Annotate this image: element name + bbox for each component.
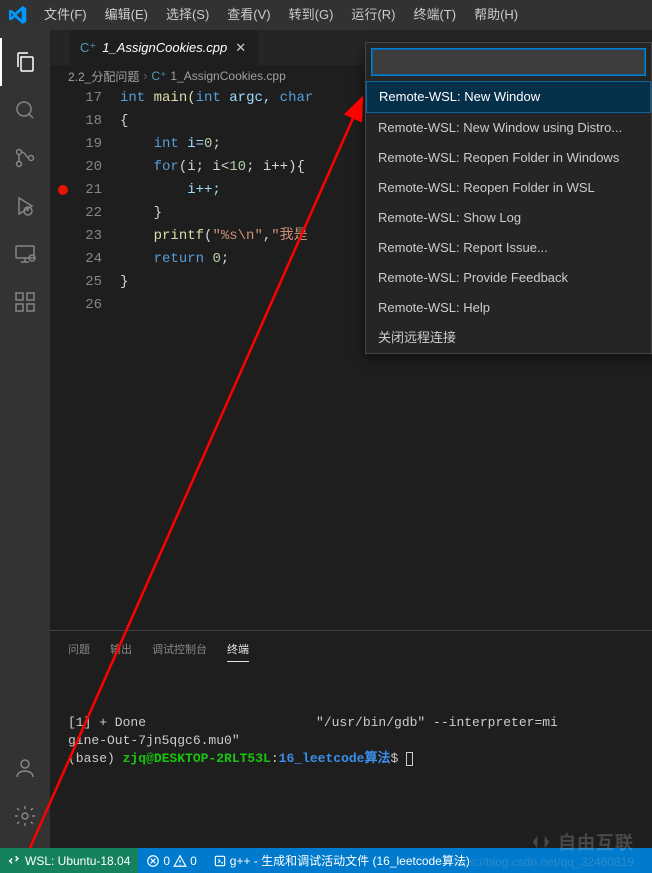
tab-assign-cookies[interactable]: C⁺ 1_AssignCookies.cpp ✕: [70, 30, 258, 65]
watermark-brand: 自由互联: [530, 829, 634, 855]
qp-remote-reopen-wsl[interactable]: Remote-WSL: Reopen Folder in WSL: [366, 173, 651, 203]
qp-remote-new-window-distro[interactable]: Remote-WSL: New Window using Distro...: [366, 113, 651, 143]
menu-bar: 文件(F) 编辑(E) 选择(S) 查看(V) 转到(G) 运行(R) 终端(T…: [35, 0, 527, 30]
breadcrumb-folder[interactable]: 2.2_分配问题: [68, 68, 139, 85]
cpp-file-icon: C⁺: [151, 69, 166, 83]
qp-remote-help[interactable]: Remote-WSL: Help: [366, 293, 651, 323]
panel-tab-debug-console[interactable]: 调试控制台: [152, 637, 207, 662]
run-debug-icon[interactable]: [0, 182, 50, 230]
bottom-panel: 问题 输出 调试控制台 终端 [1] + Done"/usr/bin/gdb" …: [50, 630, 652, 848]
menu-run[interactable]: 运行(R): [342, 0, 404, 30]
breadcrumb-file[interactable]: 1_AssignCookies.cpp: [170, 69, 285, 83]
terminal-cursor: [406, 752, 413, 766]
command-palette: Remote-WSL: New Window Remote-WSL: New W…: [365, 42, 652, 354]
status-build-task[interactable]: g++ - 生成和调试活动文件 (16_leetcode算法): [205, 848, 478, 873]
qp-remote-report-issue[interactable]: Remote-WSL: Report Issue...: [366, 233, 651, 263]
qp-remote-show-log[interactable]: Remote-WSL: Show Log: [366, 203, 651, 233]
panel-tab-terminal[interactable]: 终端: [227, 637, 249, 662]
qp-remote-feedback[interactable]: Remote-WSL: Provide Feedback: [366, 263, 651, 293]
source-control-icon[interactable]: [0, 134, 50, 182]
activity-bar: [0, 30, 50, 848]
settings-gear-icon[interactable]: [0, 792, 50, 840]
watermark-url: https://blog.csdn.net/qq_32460819: [450, 855, 634, 869]
menu-selection[interactable]: 选择(S): [157, 0, 218, 30]
panel-tabs: 问题 输出 调试控制台 终端: [50, 631, 652, 662]
search-icon[interactable]: [0, 86, 50, 134]
command-palette-input[interactable]: [372, 49, 645, 75]
chevron-right-icon: ›: [143, 69, 147, 83]
menu-terminal[interactable]: 终端(T): [404, 0, 465, 30]
status-remote[interactable]: WSL: Ubuntu-18.04: [0, 848, 138, 873]
qp-remote-new-window[interactable]: Remote-WSL: New Window: [366, 81, 651, 113]
menu-edit[interactable]: 编辑(E): [96, 0, 157, 30]
menu-go[interactable]: 转到(G): [280, 0, 343, 30]
line-gutter: 17 18 19 20 21 22 23 24 25 26: [50, 87, 120, 630]
qp-remote-reopen-windows[interactable]: Remote-WSL: Reopen Folder in Windows: [366, 143, 651, 173]
cpp-file-icon: C⁺: [80, 40, 96, 56]
extensions-icon[interactable]: [0, 278, 50, 326]
tab-label: 1_AssignCookies.cpp: [102, 40, 227, 55]
menu-help[interactable]: 帮助(H): [465, 0, 527, 30]
vscode-logo-icon: [0, 6, 35, 24]
close-icon[interactable]: ✕: [233, 40, 248, 56]
account-icon[interactable]: [0, 744, 50, 792]
menu-file[interactable]: 文件(F): [35, 0, 96, 30]
terminal-content[interactable]: [1] + Done"/usr/bin/gdb" --interpreter=m…: [50, 662, 652, 780]
qp-close-remote[interactable]: 关闭远程连接: [366, 323, 651, 353]
breakpoint-icon[interactable]: [58, 185, 68, 195]
status-problems[interactable]: 0 0: [138, 848, 204, 873]
panel-tab-output[interactable]: 输出: [110, 637, 132, 662]
panel-tab-problems[interactable]: 问题: [68, 637, 90, 662]
title-bar: 文件(F) 编辑(E) 选择(S) 查看(V) 转到(G) 运行(R) 终端(T…: [0, 0, 652, 30]
remote-explorer-icon[interactable]: [0, 230, 50, 278]
menu-view[interactable]: 查看(V): [218, 0, 279, 30]
explorer-icon[interactable]: [0, 38, 50, 86]
